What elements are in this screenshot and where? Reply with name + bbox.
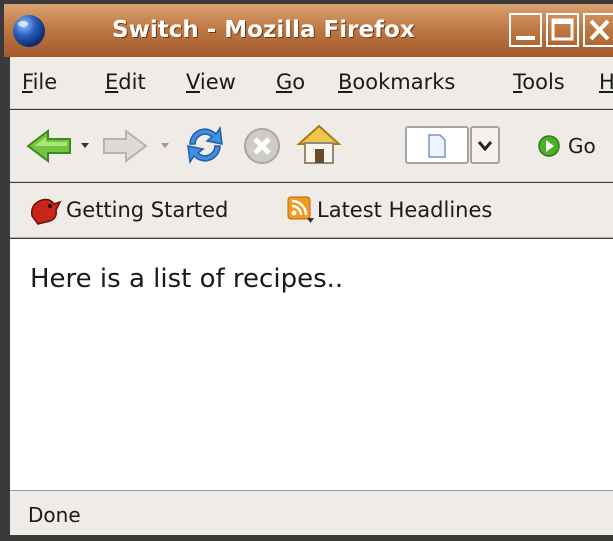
reload-icon[interactable] [182, 122, 228, 168]
stop-icon[interactable] [242, 126, 282, 166]
navigation-toolbar: Go [10, 110, 613, 182]
menu-file[interactable]: File [22, 70, 57, 94]
go-button-label[interactable]: Go [568, 134, 596, 158]
window-title: Switch - Mozilla Firefox [112, 17, 415, 43]
page-content: Here is a list of recipes.. [10, 239, 613, 490]
page-proxy-box[interactable] [405, 126, 469, 164]
menu-tools[interactable]: Tools [513, 70, 565, 94]
bookmark-getting-started[interactable]: Getting Started [66, 198, 228, 222]
maximize-icon [551, 18, 574, 41]
page-icon [428, 134, 446, 158]
back-arrow-icon[interactable] [24, 128, 74, 164]
close-icon [589, 19, 610, 41]
menu-bar: File Edit View Go Bookmarks Tools H [10, 57, 613, 109]
menu-go[interactable]: Go [276, 70, 305, 94]
bookmarks-toolbar: Getting Started Latest Headlines [10, 183, 613, 238]
status-bar: Done [10, 490, 613, 535]
back-dropdown-icon[interactable] [80, 140, 90, 150]
rss-feed-icon [287, 196, 314, 223]
title-bar[interactable]: Switch - Mozilla Firefox [4, 4, 613, 57]
firefox-globe-icon [13, 15, 45, 47]
minimize-button[interactable] [509, 13, 542, 47]
menu-view[interactable]: View [186, 70, 236, 94]
menu-edit[interactable]: Edit [105, 70, 146, 94]
menu-help[interactable]: H [599, 70, 613, 94]
go-icon[interactable] [537, 134, 561, 158]
forward-dropdown-icon[interactable] [160, 140, 170, 150]
minimize-icon [516, 36, 535, 40]
history-dropdown-button[interactable] [470, 126, 500, 164]
firefox-bookmark-icon [30, 198, 62, 225]
maximize-button[interactable] [546, 13, 579, 47]
content-paragraph: Here is a list of recipes.. [30, 264, 344, 294]
close-button[interactable] [583, 13, 613, 47]
browser-window: Switch - Mozilla Firefox File Edit View … [0, 0, 613, 541]
status-text: Done [28, 503, 81, 527]
menu-bookmarks[interactable]: Bookmarks [338, 70, 455, 94]
bookmark-latest-headlines[interactable]: Latest Headlines [317, 198, 492, 222]
home-icon[interactable] [296, 122, 342, 166]
dropdown-arrow-icon [478, 141, 492, 151]
forward-arrow-icon[interactable] [100, 128, 150, 164]
